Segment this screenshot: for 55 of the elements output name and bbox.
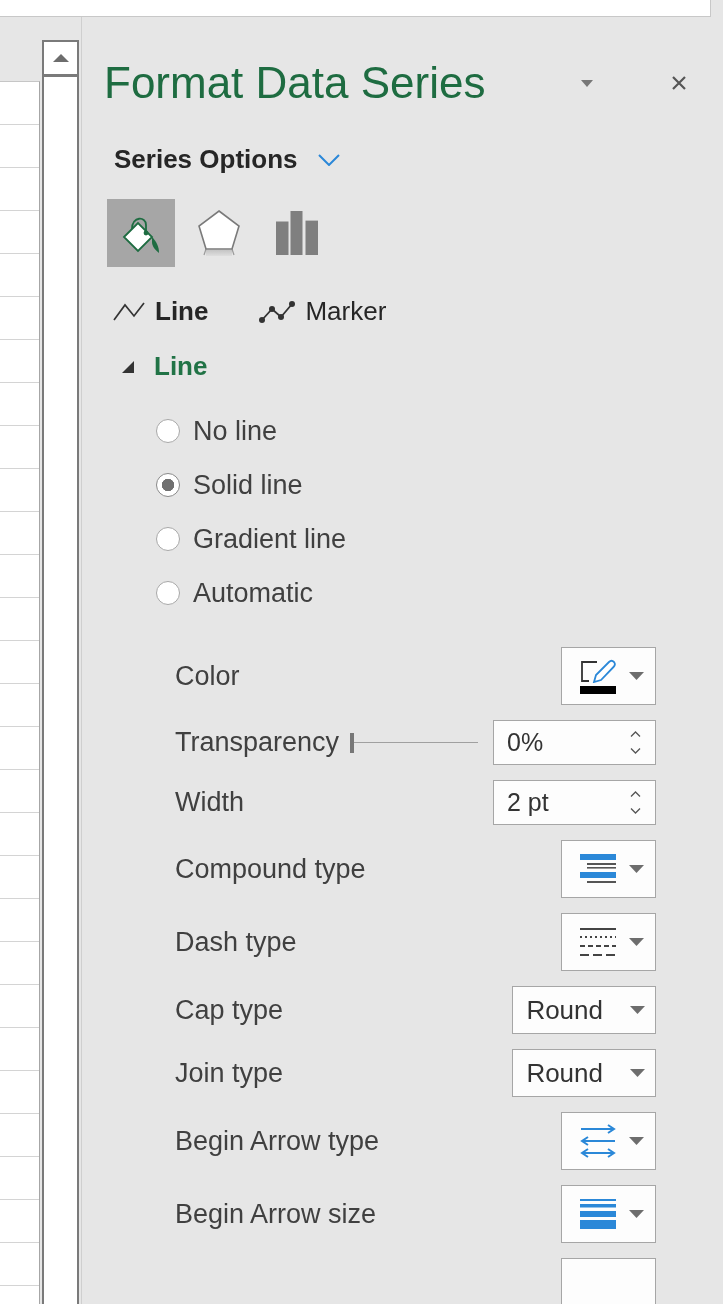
style-picker-button[interactable] — [561, 840, 656, 898]
pentagon-icon — [197, 209, 241, 257]
caret-icon — [630, 1006, 645, 1014]
slider-thumb[interactable] — [350, 732, 354, 753]
dropdown[interactable]: Round — [512, 986, 656, 1034]
radio-button[interactable] — [156, 527, 180, 551]
dash-lines-icon — [580, 927, 616, 957]
property-label: Transparency — [175, 727, 340, 758]
chevron-up-icon[interactable] — [630, 731, 641, 737]
style-picker-button[interactable] — [561, 647, 656, 705]
radio-label[interactable]: No line — [193, 415, 278, 447]
chevron-down-icon — [317, 153, 340, 166]
category-tab[interactable] — [107, 199, 175, 267]
section-header[interactable]: Line — [122, 351, 208, 382]
style-picker-button[interactable] — [561, 913, 656, 971]
property-label: Dash type — [175, 926, 297, 958]
property-label: Width — [175, 787, 245, 818]
pane-title: Format Data Series — [104, 58, 486, 108]
caret-icon — [629, 1210, 644, 1218]
spin-field[interactable]: 0% — [493, 720, 656, 765]
spin-field[interactable]: 2 pt — [493, 780, 656, 825]
property-label: Begin Arrow size — [175, 1198, 377, 1230]
chevron-down-icon[interactable] — [630, 748, 641, 754]
caret-icon — [629, 1137, 644, 1145]
chevron-up-icon[interactable] — [630, 791, 641, 797]
compound-lines-icon — [580, 854, 616, 884]
caret-icon[interactable] — [581, 79, 593, 87]
subtab[interactable]: Line — [113, 296, 209, 327]
arrows-icon — [580, 1124, 616, 1158]
line-with-markers-icon — [259, 300, 296, 323]
property-label: Color — [175, 660, 240, 692]
radio-label[interactable]: Gradient line — [193, 523, 347, 555]
bar-chart-icon — [276, 211, 318, 255]
zigzag-line-icon — [113, 301, 145, 322]
radio-button[interactable] — [156, 581, 180, 605]
radio-label[interactable]: Automatic — [193, 577, 314, 609]
subtab[interactable]: Marker — [259, 296, 387, 327]
caret-icon — [629, 865, 644, 873]
property-label: Cap type — [175, 994, 284, 1026]
series-options-dropdown[interactable]: Series Options — [114, 144, 340, 175]
radio-button[interactable] — [156, 473, 180, 497]
close-icon[interactable] — [672, 76, 686, 90]
caret-icon — [629, 938, 644, 946]
property-label: Begin Arrow type — [175, 1125, 380, 1157]
chevron-down-icon[interactable] — [630, 808, 641, 814]
line-weights-icon — [580, 1199, 616, 1229]
radio-label[interactable]: Solid line — [193, 469, 303, 501]
radio-button[interactable] — [156, 419, 180, 443]
property-label: Join type — [175, 1057, 284, 1089]
up-arrow-icon — [52, 54, 69, 62]
dropdown[interactable]: Round — [512, 1049, 656, 1097]
pencil-icon — [580, 658, 616, 683]
caret-icon — [630, 1069, 645, 1077]
caret-icon — [629, 672, 644, 680]
property-label: Compound type — [175, 853, 366, 885]
